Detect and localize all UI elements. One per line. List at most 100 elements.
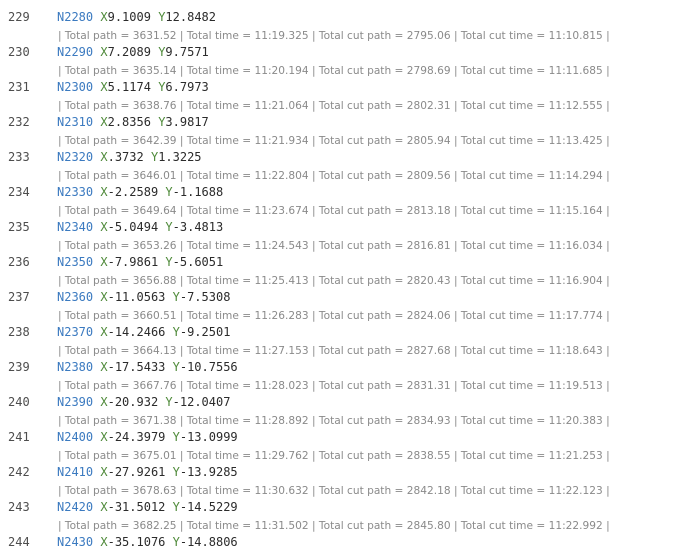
line-comment: | Total path = 3667.76 | Total time = 11… <box>58 380 610 392</box>
line-number: 234 <box>8 185 30 199</box>
code-line[interactable]: | Total path = 3642.39 | Total time = 11… <box>0 134 691 169</box>
block-number: N2360 <box>57 290 94 304</box>
gcode-statement: N2370 X-14.2466 Y-9.2501 <box>57 325 230 339</box>
gcode-statement: N2430 X-35.1076 Y-14.8806 <box>57 535 238 549</box>
x-coordinate: 7.2089 <box>107 45 151 59</box>
x-word-letter: X <box>100 430 108 444</box>
line-comment: | Total path = 3671.38 | Total time = 11… <box>58 415 610 427</box>
line-comment: | Total path = 3642.39 | Total time = 11… <box>58 135 610 147</box>
code-line[interactable]: | Total path = 3631.52 | Total time = 11… <box>0 29 691 64</box>
x-coordinate: .3732 <box>107 150 144 164</box>
x-word-letter: X <box>100 10 108 24</box>
block-number: N2350 <box>57 255 94 269</box>
code-line[interactable]: | Total path = 3653.26 | Total time = 11… <box>0 239 691 274</box>
line-comment: | Total path = 3675.01 | Total time = 11… <box>58 450 610 462</box>
y-word-letter: Y <box>172 360 180 374</box>
y-coordinate: -9.2501 <box>179 325 231 339</box>
y-coordinate: -1.1688 <box>172 185 224 199</box>
y-coordinate: -5.6051 <box>172 255 224 269</box>
x-coordinate: -14.2466 <box>107 325 166 339</box>
y-coordinate: -13.9285 <box>179 465 238 479</box>
y-coordinate: 3.9817 <box>165 115 209 129</box>
y-coordinate: 6.7973 <box>165 80 209 94</box>
line-comment: | Total path = 3664.13 | Total time = 11… <box>58 345 610 357</box>
code-line[interactable]: | Total path = 3638.76 | Total time = 11… <box>0 99 691 134</box>
x-word-letter: X <box>100 150 108 164</box>
y-word-letter: Y <box>172 500 180 514</box>
code-line[interactable]: | Total path = 3671.38 | Total time = 11… <box>0 414 691 449</box>
block-number: N2280 <box>57 10 94 24</box>
line-comment: | Total path = 3638.76 | Total time = 11… <box>58 100 610 112</box>
code-line[interactable]: | Total path = 3675.01 | Total time = 11… <box>0 449 691 484</box>
gcode-editor[interactable]: 229 N2280 X9.1009 Y12.8482 | Total path = … <box>0 0 691 554</box>
x-word-letter: X <box>100 185 108 199</box>
code-line[interactable]: | Total path = 3667.76 | Total time = 11… <box>0 379 691 414</box>
gcode-statement: N2380 X-17.5433 Y-10.7556 <box>57 360 238 374</box>
y-word-letter: Y <box>165 395 173 409</box>
y-word-letter: Y <box>172 325 180 339</box>
line-number: 244 <box>8 535 30 549</box>
x-coordinate: 9.1009 <box>107 10 151 24</box>
y-coordinate: 1.3225 <box>158 150 202 164</box>
y-coordinate: -7.5308 <box>179 290 231 304</box>
x-coordinate: -7.9861 <box>107 255 159 269</box>
block-number: N2340 <box>57 220 94 234</box>
line-comment: | Total path = 3635.14 | Total time = 11… <box>58 65 610 77</box>
block-number: N2390 <box>57 395 94 409</box>
x-coordinate: 5.1174 <box>107 80 151 94</box>
code-line[interactable]: | Total path = 3664.13 | Total time = 11… <box>0 344 691 379</box>
line-comment: | Total path = 3653.26 | Total time = 11… <box>58 240 610 252</box>
line-comment: | Total path = 3656.88 | Total time = 11… <box>58 275 610 287</box>
y-coordinate: -14.5229 <box>179 500 238 514</box>
x-word-letter: X <box>100 325 108 339</box>
code-line[interactable]: | Total path = 3682.25 | Total time = 11… <box>0 519 691 554</box>
block-number: N2310 <box>57 115 94 129</box>
y-word-letter: Y <box>172 535 180 549</box>
code-line[interactable]: | Total path = 3660.51 | Total time = 11… <box>0 309 691 344</box>
gcode-statement: N2280 X9.1009 Y12.8482 <box>57 10 216 24</box>
gcode-statement: N2310 X2.8356 Y3.9817 <box>57 115 209 129</box>
line-number: 239 <box>8 360 30 374</box>
code-line[interactable]: | Total path = 3649.64 | Total time = 11… <box>0 204 691 239</box>
y-coordinate: -12.0407 <box>172 395 231 409</box>
gcode-statement: N2290 X7.2089 Y9.7571 <box>57 45 209 59</box>
line-number: 238 <box>8 325 30 339</box>
x-coordinate: 2.8356 <box>107 115 151 129</box>
x-word-letter: X <box>100 80 108 94</box>
y-word-letter: Y <box>165 185 173 199</box>
x-coordinate: -35.1076 <box>107 535 166 549</box>
y-coordinate: -14.8806 <box>179 535 238 549</box>
line-number: 242 <box>8 465 30 479</box>
code-line[interactable]: | Total path = 3635.14 | Total time = 11… <box>0 64 691 99</box>
block-number: N2330 <box>57 185 94 199</box>
block-number: N2370 <box>57 325 94 339</box>
block-number: N2420 <box>57 500 94 514</box>
gcode-statement: N2360 X-11.0563 Y-7.5308 <box>57 290 230 304</box>
code-line[interactable]: | Total path = 3656.88 | Total time = 11… <box>0 274 691 309</box>
y-word-letter: Y <box>172 465 180 479</box>
x-coordinate: -24.3979 <box>107 430 166 444</box>
line-number: 241 <box>8 430 30 444</box>
y-coordinate: -13.0999 <box>179 430 238 444</box>
block-number: N2410 <box>57 465 94 479</box>
y-coordinate: 9.7571 <box>165 45 209 59</box>
x-coordinate: -31.5012 <box>107 500 166 514</box>
x-coordinate: -2.2589 <box>107 185 159 199</box>
gcode-statement: N2340 X-5.0494 Y-3.4813 <box>57 220 223 234</box>
gcode-statement: N2330 X-2.2589 Y-1.1688 <box>57 185 223 199</box>
x-word-letter: X <box>100 45 108 59</box>
block-number: N2430 <box>57 535 94 549</box>
block-number: N2300 <box>57 80 94 94</box>
block-number: N2290 <box>57 45 94 59</box>
block-number: N2320 <box>57 150 94 164</box>
gcode-statement: N2350 X-7.9861 Y-5.6051 <box>57 255 223 269</box>
x-word-letter: X <box>100 220 108 234</box>
code-line[interactable]: | Total path = 3678.63 | Total time = 11… <box>0 484 691 519</box>
block-number: N2400 <box>57 430 94 444</box>
code-line[interactable]: 229 N2280 X9.1009 Y12.8482 <box>0 0 691 29</box>
code-line[interactable]: | Total path = 3646.01 | Total time = 11… <box>0 169 691 204</box>
x-word-letter: X <box>100 290 108 304</box>
line-number: 236 <box>8 255 30 269</box>
x-word-letter: X <box>100 255 108 269</box>
line-comment: | Total path = 3682.25 | Total time = 11… <box>58 520 610 532</box>
